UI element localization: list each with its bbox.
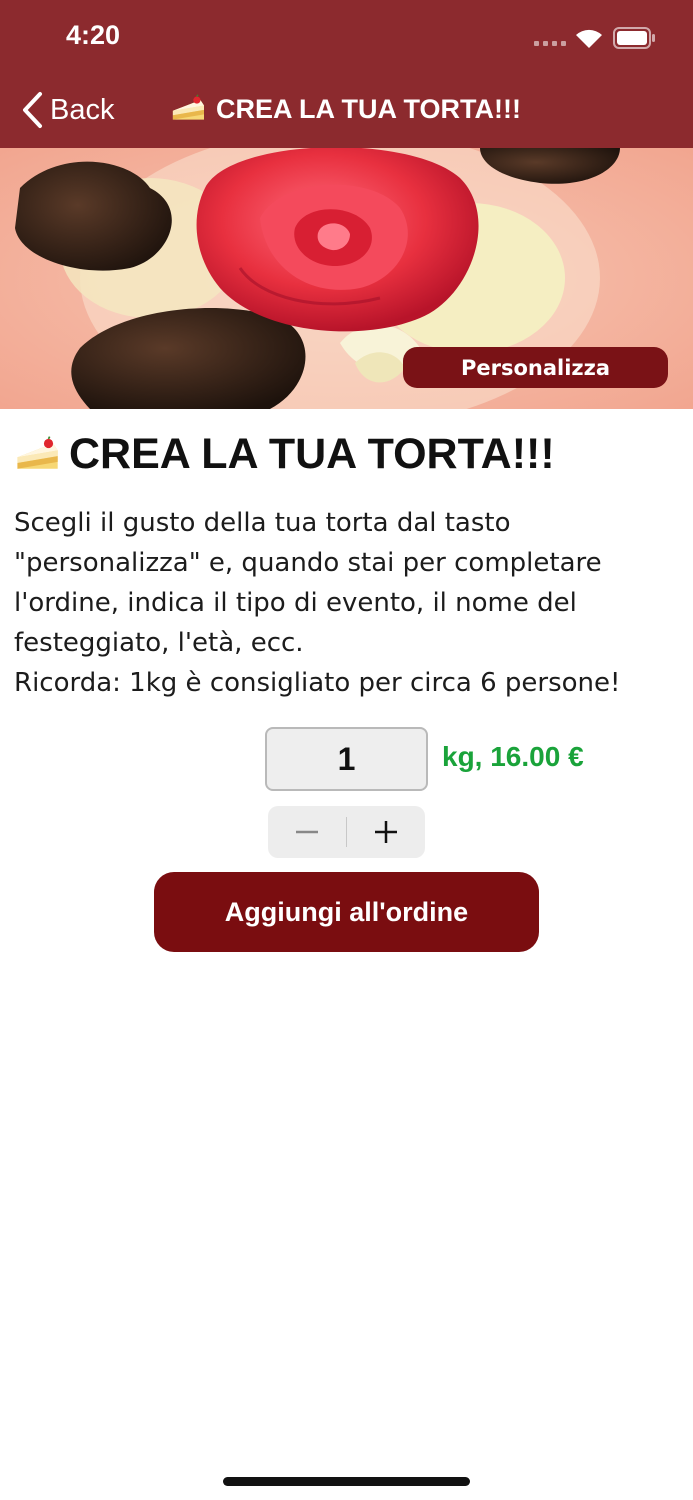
quantity-field[interactable]: 1 (265, 727, 428, 791)
home-indicator[interactable] (223, 1477, 470, 1486)
status-time: 4:20 (66, 20, 121, 50)
cake-slice-icon (14, 434, 60, 476)
product-description: Scegli il gusto della tua torta dal tast… (14, 503, 684, 703)
quantity-stepper (268, 806, 425, 858)
description-line: "personalizza" e, quando stai per comple… (14, 548, 602, 578)
product-title: CREA LA TUA TORTA!!! (14, 430, 555, 479)
product-title-text: CREA LA TUA TORTA!!! (69, 430, 555, 478)
back-button[interactable]: Back (20, 88, 114, 132)
add-to-order-button[interactable]: Aggiungi all'ordine (154, 872, 539, 952)
description-line: l'ordine, indica il tipo di evento, il n… (14, 588, 577, 618)
increment-button[interactable] (347, 806, 425, 858)
nav-title-text: CREA LA TUA TORTA!!! (216, 93, 521, 124)
description-line: Ricorda: 1kg è consigliato per circa 6 p… (14, 668, 621, 698)
back-label: Back (50, 93, 115, 126)
description-line: festeggiato, l'età, ecc. (14, 628, 304, 658)
cake-slice-icon (170, 93, 206, 125)
personalize-button[interactable]: Personalizza (403, 347, 668, 388)
wifi-icon (576, 29, 602, 48)
navigation-header: 4:20 Back CREA LA TUA TORTA!!! (0, 0, 693, 148)
battery-icon (613, 27, 655, 49)
minus-icon (296, 830, 318, 834)
cellular-signal-icon (534, 41, 566, 47)
chevron-left-icon (23, 92, 42, 128)
nav-title: CREA LA TUA TORTA!!! (170, 93, 521, 125)
price-label: kg, 16.00 € (442, 741, 584, 772)
decrement-button[interactable] (268, 806, 346, 858)
description-line: Scegli il gusto della tua torta dal tast… (14, 508, 511, 538)
plus-icon (375, 821, 397, 843)
